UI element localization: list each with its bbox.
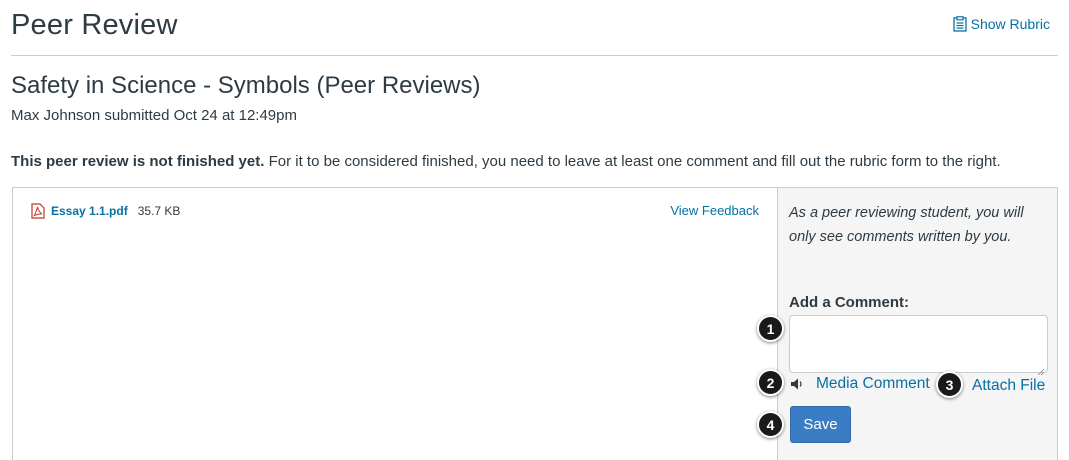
rubric-icon — [952, 16, 967, 32]
callout-marker-1: 1 — [757, 315, 784, 342]
title-divider — [11, 55, 1058, 56]
page-title: Peer Review — [11, 9, 178, 41]
show-rubric-label: Show Rubric — [970, 16, 1050, 32]
notice-bold: This peer review is not finished yet. — [11, 153, 265, 170]
callout-marker-3: 3 — [936, 371, 963, 398]
review-container: Essay 1.1.pdf 35.7 KB View Feedback As a… — [12, 187, 1058, 460]
pdf-icon — [31, 203, 45, 219]
show-rubric-link[interactable]: Show Rubric — [952, 16, 1050, 32]
callout-marker-2: 2 — [757, 369, 784, 396]
assignment-title: Safety in Science - Symbols (Peer Review… — [11, 72, 481, 99]
file-link[interactable]: Essay 1.1.pdf — [51, 204, 128, 218]
callout-marker-4: 4 — [757, 411, 784, 438]
submission-info: Max Johnson submitted Oct 24 at 12:49pm — [11, 107, 297, 124]
peer-review-notice: This peer review is not finished yet. Fo… — [11, 153, 1001, 170]
peer-review-note: As a peer reviewing student, you will on… — [789, 205, 1024, 245]
attach-file-link[interactable]: Attach File — [972, 377, 1045, 395]
notice-text: For it to be considered finished, you ne… — [264, 153, 1001, 170]
save-button[interactable]: Save — [790, 406, 851, 443]
comment-pane: As a peer reviewing student, you will on… — [777, 188, 1057, 460]
speaker-icon — [790, 377, 804, 391]
resize-grip-icon[interactable] — [1037, 362, 1045, 376]
media-comment-link[interactable]: Media Comment — [816, 375, 930, 393]
add-comment-label: Add a Comment: — [789, 294, 909, 311]
view-feedback-link[interactable]: View Feedback — [670, 203, 759, 218]
submission-pane: Essay 1.1.pdf 35.7 KB View Feedback — [13, 188, 777, 460]
media-comment-row[interactable]: Media Comment — [790, 375, 930, 393]
file-row: Essay 1.1.pdf 35.7 KB — [31, 203, 180, 219]
comment-textarea[interactable] — [789, 315, 1048, 376]
file-size: 35.7 KB — [137, 204, 181, 218]
